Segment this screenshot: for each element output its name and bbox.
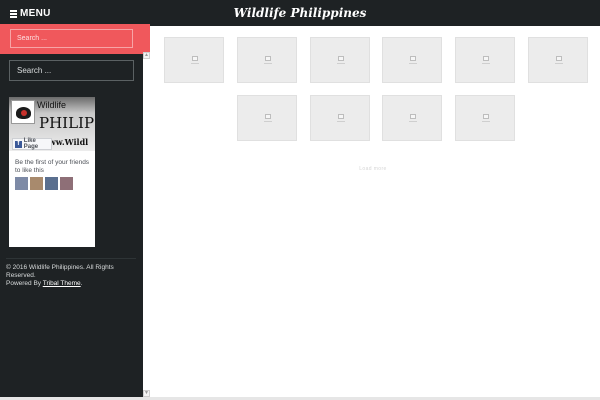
sidebar-footer: © 2016 Wildlife Philippines. All Rights …	[6, 264, 140, 288]
image-placeholder-icon	[556, 56, 562, 61]
menu-button[interactable]: MENU	[10, 8, 51, 19]
like-button-label: Like Page	[23, 138, 39, 150]
facebook-friends-text: Be the first of your friends to like thi…	[15, 159, 90, 174]
friend-avatar[interactable]	[45, 177, 58, 190]
scroll-up-arrow-icon[interactable]: ▲	[143, 52, 150, 59]
powered-by: Powered By Tribal Theme.	[6, 280, 83, 287]
sidebar: Search ... Search ... Wildlife PHILIP ww…	[0, 24, 150, 398]
gallery-thumbnail[interactable]	[310, 37, 370, 83]
image-placeholder-icon	[265, 56, 271, 61]
scroll-down-arrow-icon[interactable]: ▼	[143, 390, 150, 397]
top-bar: MENU Wildlife Philippines	[0, 0, 600, 26]
facebook-page-name[interactable]: Wildlife	[37, 100, 66, 110]
search-band: Search ...	[0, 24, 150, 54]
site-title: Wildlife Philippines	[0, 6, 600, 20]
friend-avatar[interactable]	[15, 177, 28, 190]
image-placeholder-icon	[265, 114, 271, 119]
image-placeholder-icon	[483, 56, 489, 61]
gallery-thumbnail[interactable]	[528, 37, 588, 83]
gallery-thumbnail[interactable]	[455, 37, 515, 83]
friend-avatar[interactable]	[60, 177, 73, 190]
friend-avatar[interactable]	[30, 177, 43, 190]
facebook-icon: f	[15, 140, 22, 148]
hamburger-icon	[10, 10, 17, 18]
image-placeholder-icon	[338, 56, 344, 61]
gallery-thumbnail[interactable]	[164, 37, 224, 83]
image-placeholder-icon	[338, 114, 344, 119]
gallery-thumbnail[interactable]	[237, 37, 297, 83]
friend-faces	[15, 177, 73, 190]
gallery-thumbnail[interactable]	[310, 95, 370, 141]
site-title-link[interactable]: Wildlife Philippines	[234, 6, 367, 20]
page-logo[interactable]	[11, 100, 35, 124]
bird-spot-icon	[21, 110, 27, 116]
search-input-top[interactable]: Search ...	[10, 29, 133, 48]
menu-label: MENU	[20, 8, 51, 19]
gallery-thumbnail[interactable]	[382, 95, 442, 141]
facebook-like-button[interactable]: f Like Page	[12, 138, 52, 150]
gallery-thumbnail[interactable]	[382, 37, 442, 83]
copyright-text: © 2016 Wildlife Philippines. All Rights …	[6, 264, 114, 279]
image-placeholder-icon	[410, 114, 416, 119]
theme-link[interactable]: Tribal Theme	[43, 280, 81, 287]
image-placeholder-icon	[483, 114, 489, 119]
image-placeholder-icon	[192, 56, 198, 61]
load-more-link[interactable]: Load more	[340, 166, 406, 172]
facebook-page-widget: Wildlife PHILIP www.Wildl f Like Page Be…	[9, 97, 95, 247]
gallery-thumbnail[interactable]	[455, 95, 515, 141]
facebook-cover-image: Wildlife PHILIP www.Wildl f Like Page	[9, 97, 95, 151]
image-placeholder-icon	[410, 56, 416, 61]
cover-big-text: PHILIP	[39, 114, 95, 132]
footer-divider	[6, 258, 136, 259]
search-input-sidebar[interactable]: Search ...	[9, 60, 134, 81]
gallery-thumbnail[interactable]	[237, 95, 297, 141]
